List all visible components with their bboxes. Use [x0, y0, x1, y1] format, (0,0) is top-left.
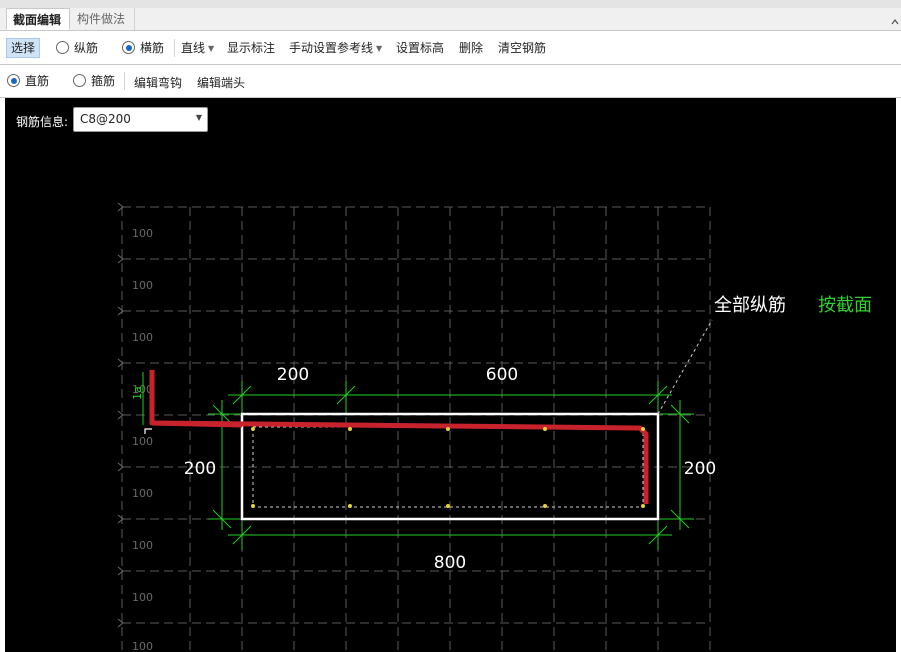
rebar-info-combobox[interactable]: C8@200 ▼: [73, 107, 208, 132]
straight-radio[interactable]: 直筋: [7, 72, 49, 90]
tab-component-method[interactable]: 构件做法: [71, 8, 135, 30]
line-mode-label: 直线: [181, 41, 206, 55]
rebar-info-label: 钢筋信息:: [16, 115, 69, 129]
grid-label: 100: [132, 435, 153, 448]
straight-label: 直筋: [25, 74, 50, 88]
grid-label: 100: [132, 640, 153, 652]
leader-line: [657, 319, 713, 415]
dim-top-right: 600: [486, 365, 518, 385]
grid-label: 100: [132, 591, 153, 604]
stirrup-radio[interactable]: 箍筋: [73, 72, 115, 90]
hook-length-label: 1a: [131, 386, 144, 400]
dim-left: 200: [184, 459, 216, 479]
chevron-down-icon: ▼: [376, 44, 383, 53]
collapse-arrow-icon[interactable]: [891, 18, 899, 26]
tab-section-edit[interactable]: 截面编辑: [6, 8, 70, 30]
stirrup-label: 箍筋: [91, 74, 116, 88]
separator: [174, 39, 175, 57]
radio-off-icon: [73, 74, 86, 87]
edit-hook-button[interactable]: 编辑弯钩: [134, 74, 182, 92]
grid-label: 100: [132, 539, 153, 552]
section-drawing[interactable]: 100 100 100 100 100 100 100 100 100 200 …: [5, 98, 896, 652]
chevron-down-icon: ▼: [208, 44, 215, 53]
sub-toolbar: 直筋 箍筋 编辑弯钩 编辑端头: [0, 65, 901, 98]
canvas-right-border: [896, 98, 901, 652]
window-top-strip: [0, 0, 901, 8]
separator: [124, 72, 125, 90]
transverse-radio[interactable]: 横筋: [122, 39, 164, 57]
drawing-canvas[interactable]: 100 100 100 100 100 100 100 100 100 200 …: [5, 98, 896, 652]
line-mode-dropdown[interactable]: 直线 ▼: [181, 39, 214, 57]
show-dims-button[interactable]: 显示标注: [227, 39, 275, 57]
grid-label: 100: [132, 227, 153, 240]
chevron-down-icon: ▼: [195, 113, 202, 122]
annotation-all-longitudinal: 全部纵筋: [714, 295, 786, 316]
radio-off-icon: [56, 41, 69, 54]
rebar-info-value: C8@200: [80, 112, 131, 126]
rebar-segment: [151, 420, 243, 428]
hook-marker: [144, 428, 152, 434]
clear-rebar-button[interactable]: 清空钢筋: [498, 39, 546, 57]
manual-ref-label: 手动设置参考线: [289, 41, 374, 55]
radio-on-icon: [122, 41, 135, 54]
dimension-lines: [142, 372, 694, 550]
edit-end-button[interactable]: 编辑端头: [197, 74, 245, 92]
manual-ref-dropdown[interactable]: 手动设置参考线 ▼: [289, 39, 382, 57]
grid-spacing-labels: 100 100 100 100 100 100 100 100 100: [132, 227, 153, 652]
dim-bottom: 800: [434, 553, 466, 573]
delete-button[interactable]: 删除: [459, 39, 483, 57]
transverse-rebar[interactable]: [149, 370, 649, 504]
dim-top-left: 200: [277, 365, 309, 385]
transverse-label: 横筋: [140, 41, 165, 55]
select-button[interactable]: 选择: [6, 38, 41, 58]
main-toolbar: 选择 纵筋 横筋 直线 ▼ 显示标注 手动设置参考线 ▼ 设置标高 删除 清空钢筋: [0, 31, 901, 65]
grid-label: 100: [132, 487, 153, 500]
grid-label: 100: [132, 331, 153, 344]
longitudinal-label: 纵筋: [74, 41, 99, 55]
dim-right: 200: [684, 459, 716, 479]
radio-on-icon: [7, 74, 20, 87]
set-elevation-button[interactable]: 设置标高: [396, 39, 444, 57]
grid-label: 100: [132, 279, 153, 292]
annotation-by-section[interactable]: 按截面: [818, 295, 872, 316]
longitudinal-radio[interactable]: 纵筋: [56, 39, 98, 57]
tab-bar: 截面编辑 构件做法: [0, 8, 901, 31]
